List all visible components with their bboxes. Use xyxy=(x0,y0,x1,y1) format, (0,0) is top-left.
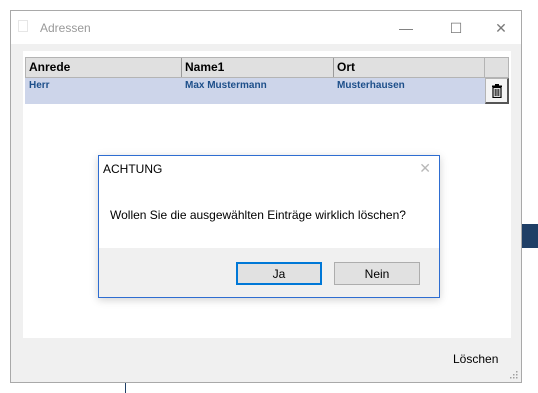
resize-grip-icon[interactable] xyxy=(509,370,518,379)
dialog-message: Wollen Sie die ausgewählten Einträge wir… xyxy=(110,208,406,222)
cell-anrede: Herr xyxy=(29,80,50,91)
table-row[interactable]: Herr Max Mustermann Musterhausen xyxy=(25,78,485,104)
maximize-icon: ☐ xyxy=(449,19,463,36)
column-header-anrede[interactable]: Anrede xyxy=(26,58,182,77)
dialog-title: ACHTUNG xyxy=(103,162,163,176)
no-button[interactable]: Nein xyxy=(334,262,420,285)
title-bar: Adressen — ☐ ✕ xyxy=(11,11,521,44)
table-header: Anrede Name1 Ort xyxy=(25,57,485,78)
table-header-filler xyxy=(485,57,509,78)
window-title: Adressen xyxy=(40,21,91,35)
column-header-ort[interactable]: Ort xyxy=(334,58,486,77)
app-icon xyxy=(18,20,28,32)
confirm-delete-dialog: ACHTUNG ✕ Wollen Sie die ausgewählten Ei… xyxy=(98,155,440,298)
minimize-button[interactable]: — xyxy=(393,15,419,41)
close-icon: ✕ xyxy=(495,19,507,36)
maximize-button[interactable]: ☐ xyxy=(443,15,469,41)
yes-button[interactable]: Ja xyxy=(236,262,322,285)
cell-name1: Max Mustermann xyxy=(185,80,267,91)
background-window-edge xyxy=(521,224,538,248)
column-header-name1[interactable]: Name1 xyxy=(182,58,334,77)
cell-ort: Musterhausen xyxy=(337,80,405,91)
trash-icon xyxy=(491,83,502,98)
dialog-button-bar: Ja Nein xyxy=(99,248,439,297)
minimize-icon: — xyxy=(399,20,413,36)
loeschen-button[interactable]: Löschen xyxy=(453,352,498,366)
close-button[interactable]: ✕ xyxy=(488,15,514,41)
delete-row-button[interactable] xyxy=(485,78,509,104)
dialog-close-icon[interactable]: ✕ xyxy=(419,160,431,177)
